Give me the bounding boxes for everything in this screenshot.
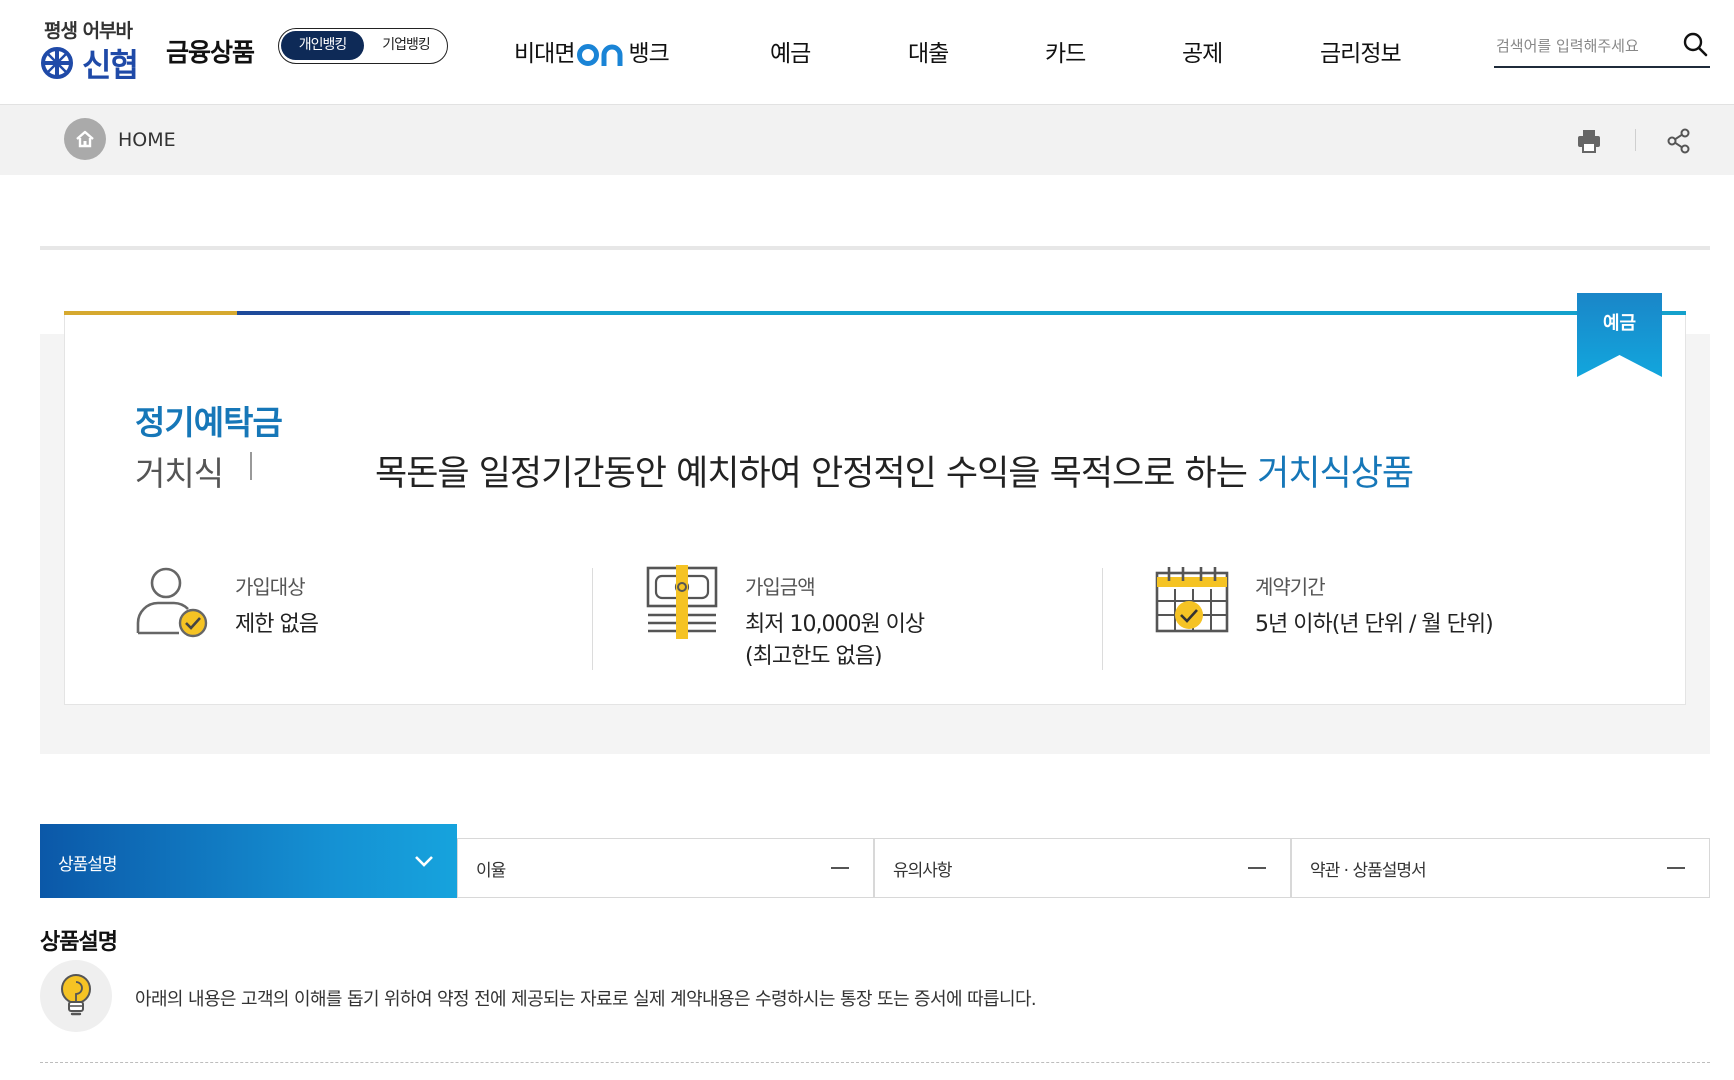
page-section-title[interactable]: 금융상품 (166, 33, 255, 69)
breadcrumb-home[interactable]: HOME (118, 129, 176, 151)
tab-precautions[interactable]: 유의사항 (874, 838, 1291, 898)
nav-item-deposit[interactable]: 예금 (770, 34, 811, 68)
amount-label: 가입금액 (745, 575, 816, 599)
card-accent-gold (64, 311, 237, 315)
nav-item-untact-bank[interactable]: 비대면 뱅크 (514, 34, 670, 68)
term-label: 계약기간 (1255, 575, 1326, 599)
tab-interest-rate[interactable]: 이율 (457, 838, 874, 898)
page-actions (1574, 123, 1694, 157)
chevron-down-icon (415, 856, 433, 867)
term-value: 5년 이하(년 단위 / 월 단위) (1255, 612, 1494, 637)
category-ribbon-label: 예금 (1602, 313, 1637, 334)
nav-item-card[interactable]: 카드 (1045, 34, 1086, 68)
info-eligibility: 가입대상 제한 없음 (135, 565, 575, 675)
info-divider (592, 568, 593, 670)
info-amount: 가입금액 최저 10,000원 이상 (최고한도 없음) (645, 565, 1085, 675)
search-input[interactable] (1496, 32, 1676, 60)
card-accent-blue (410, 311, 1686, 315)
card-accent-navy (237, 311, 410, 315)
tab-label: 약관 · 상품설명서 (1310, 861, 1427, 881)
product-description-text: 목돈을 일정기간동안 예치하여 안정적인 수익을 목적으로 하는 (375, 454, 1258, 494)
product-type: 거치식 (135, 454, 224, 493)
shinhyup-mark-icon (41, 47, 73, 79)
minus-icon (831, 867, 849, 869)
logo-tagline: 평생 어부바 (44, 20, 133, 42)
eligibility-value: 제한 없음 (235, 612, 319, 637)
breadcrumb: HOME (0, 105, 1734, 175)
nav-label-prefix: 비대면 (514, 41, 575, 67)
search-icon[interactable] (1680, 30, 1710, 60)
section-title: 상품설명 (40, 930, 118, 955)
notice-icon-wrap (40, 960, 112, 1032)
bank-type-toggle[interactable]: 개인뱅킹 기업뱅킹 (278, 28, 448, 64)
type-divider (250, 452, 252, 480)
calendar-check-icon (1155, 567, 1229, 633)
product-name: 정기예탁금 (135, 403, 283, 442)
search-box (1494, 28, 1710, 68)
notice-text: 아래의 내용은 고객의 이해를 돕기 위하여 약정 전에 제공되는 자료로 실제… (135, 989, 1037, 1010)
home-button[interactable] (64, 118, 106, 160)
user-check-icon (136, 567, 208, 638)
nav-item-insurance[interactable]: 공제 (1182, 34, 1223, 68)
tab-label: 이율 (476, 861, 506, 881)
share-icon[interactable] (1664, 127, 1694, 155)
tab-description[interactable]: 상품설명 (40, 824, 457, 898)
amount-min: 최저 10,000원 이상 (745, 612, 925, 637)
nav-item-loan[interactable]: 대출 (908, 34, 949, 68)
minus-icon (1248, 867, 1266, 869)
on-logo-icon (577, 43, 623, 66)
amount-value: 최저 10,000원 이상 (최고한도 없음) (745, 609, 925, 673)
action-divider (1635, 129, 1636, 151)
tab-label: 상품설명 (58, 855, 118, 875)
home-icon (76, 130, 94, 148)
print-icon[interactable] (1574, 127, 1604, 155)
product-description-highlight: 거치식상품 (1257, 454, 1414, 494)
minus-icon (1667, 867, 1685, 869)
category-ribbon-icon (1577, 293, 1662, 377)
site-header: 평생 어부바 신협 금융상품 개인뱅킹 기업뱅킹 비대면 뱅크 예금 대출 카드… (0, 0, 1734, 105)
content-divider (40, 246, 1710, 250)
info-term: 계약기간 5년 이하(년 단위 / 월 단위) (1155, 565, 1595, 675)
amount-max: (최고한도 없음) (745, 644, 883, 669)
corporate-banking-option[interactable]: 기업뱅킹 (367, 31, 445, 60)
section-divider (40, 1062, 1710, 1063)
product-description: 목돈을 일정기간동안 예치하여 안정적인 수익을 목적으로 하는 거치식상품 (375, 445, 1414, 496)
personal-banking-option[interactable]: 개인뱅킹 (281, 31, 364, 60)
eligibility-label: 가입대상 (235, 575, 306, 599)
product-tabs: 상품설명 이율 유의사항 약관 · 상품설명서 (40, 824, 1710, 898)
nav-label-suffix: 뱅크 (628, 41, 669, 67)
tab-label: 유의사항 (893, 861, 953, 881)
money-icon (646, 565, 718, 639)
logo[interactable]: 평생 어부바 신협 (40, 16, 152, 84)
lightbulb-icon (61, 974, 91, 1016)
tab-terms-documents[interactable]: 약관 · 상품설명서 (1291, 838, 1710, 898)
logo-name: 신협 (82, 46, 139, 84)
nav-item-rate-info[interactable]: 금리정보 (1320, 34, 1402, 68)
info-divider (1102, 568, 1103, 670)
